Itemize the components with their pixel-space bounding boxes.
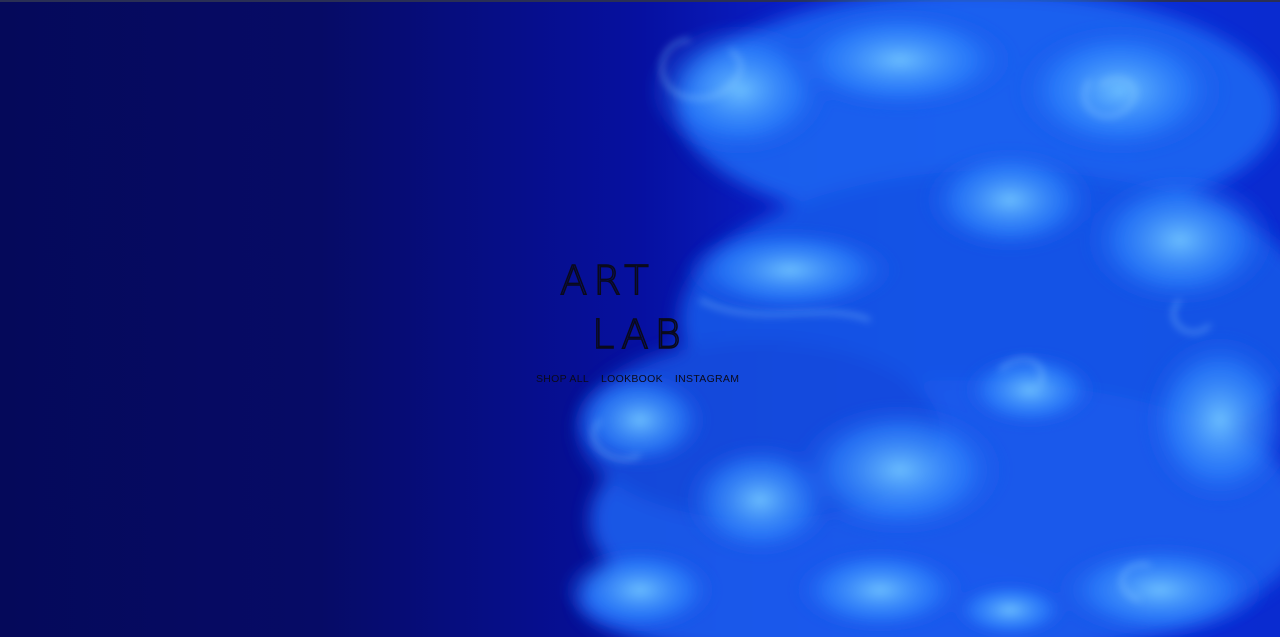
artlab-logo[interactable]: ART LAB: [558, 258, 720, 354]
logo-line-art: ART: [560, 258, 655, 304]
logo-line-lab: LAB: [592, 312, 687, 354]
nav-item-instagram[interactable]: INSTAGRAM: [675, 373, 739, 389]
nav-item-lookbook[interactable]: LOOKBOOK: [601, 373, 663, 389]
hero-background: ART LAB SHOP ALL LOOKBOOK INSTAGRAM: [0, 0, 1280, 637]
main-nav: SHOP ALL LOOKBOOK INSTAGRAM: [536, 373, 746, 389]
nav-item-shop-all[interactable]: SHOP ALL: [536, 373, 589, 389]
